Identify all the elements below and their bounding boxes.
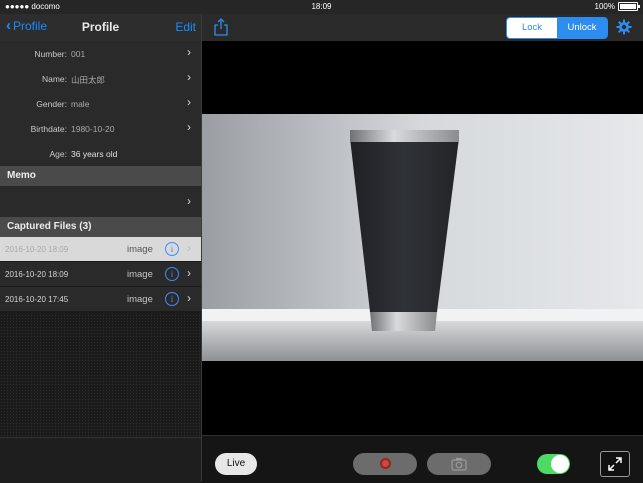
edit-button[interactable]: Edit <box>175 20 196 34</box>
info-icon[interactable]: i <box>165 292 179 306</box>
birthdate-row[interactable]: Birthdate: 1980-10-20 › <box>0 116 201 142</box>
gender-label: Gender: <box>36 99 67 109</box>
chevron-right-icon: › <box>187 95 191 109</box>
captured-files-label: Captured Files (3) <box>7 221 92 232</box>
expand-icon <box>608 457 622 471</box>
memo-header: Memo <box>0 166 201 186</box>
battery-percent: 100% <box>594 2 615 11</box>
file-date: 2016-10-20 18:09 <box>5 245 69 254</box>
chevron-right-icon: › <box>187 70 191 84</box>
file-type: image <box>127 294 153 305</box>
age-row: Age: 36 years old <box>0 141 201 167</box>
lock-segmented-control: Lock Unlock <box>506 17 608 39</box>
toggle-switch[interactable] <box>537 454 570 474</box>
file-row[interactable]: 2016-10-20 18:09 image i › <box>0 237 201 262</box>
image-viewer[interactable] <box>202 41 643 435</box>
memo-row[interactable]: › <box>0 186 201 218</box>
birthdate-label: Birthdate: <box>30 124 67 134</box>
lock-button[interactable]: Lock <box>507 18 557 38</box>
battery-icon <box>618 2 640 11</box>
chevron-right-icon: › <box>187 241 191 255</box>
page-title: Profile <box>81 20 120 34</box>
capture-photo-button[interactable] <box>427 453 491 475</box>
chevron-right-icon: › <box>187 120 191 134</box>
info-icon[interactable]: i <box>165 267 179 281</box>
chevron-right-icon: › <box>187 291 191 305</box>
left-toolbar <box>0 437 201 483</box>
age-label: Age: <box>49 149 68 159</box>
captured-files-header: Captured Files (3) <box>0 217 201 237</box>
gear-icon[interactable] <box>616 19 632 35</box>
file-date: 2016-10-20 18:09 <box>5 270 69 279</box>
number-value: 001 <box>71 49 86 59</box>
file-type: image <box>127 269 153 280</box>
record-icon <box>380 458 391 469</box>
camera-icon <box>451 458 467 471</box>
birthdate-value: 1980-10-20 <box>71 124 115 134</box>
camera-controls: Live <box>202 435 643 483</box>
age-value: 36 years old <box>71 149 118 159</box>
chevron-right-icon: › <box>187 266 191 280</box>
file-date: 2016-10-20 17:45 <box>5 295 69 304</box>
file-row[interactable]: 2016-10-20 18:09 image i › <box>0 262 201 287</box>
live-button[interactable]: Live <box>215 453 257 475</box>
record-button[interactable] <box>353 453 417 475</box>
memo-header-label: Memo <box>7 170 36 181</box>
gender-row[interactable]: Gender: male › <box>0 91 201 117</box>
name-value: 山田太郎 <box>71 75 106 85</box>
gender-value: male <box>71 99 90 109</box>
chevron-right-icon: › <box>187 45 191 59</box>
clock: 18:09 <box>311 2 332 11</box>
info-icon[interactable]: i <box>165 242 179 256</box>
profile-panel: ‹ Profile Profile Edit Number: 001 › Nam… <box>0 14 201 483</box>
expand-button[interactable] <box>600 451 630 477</box>
number-row[interactable]: Number: 001 › <box>0 41 201 67</box>
file-row[interactable]: 2016-10-20 17:45 image i › <box>0 287 201 312</box>
viewer-toolbar: Lock Unlock <box>202 14 643 41</box>
share-icon[interactable] <box>213 18 229 36</box>
captured-photo <box>202 114 643 361</box>
empty-list-area <box>0 314 201 437</box>
name-row[interactable]: Name: 山田太郎 › <box>0 66 201 92</box>
profile-navbar: ‹ Profile Profile Edit <box>0 14 201 41</box>
toggle-knob <box>551 455 569 473</box>
number-label: Number: <box>34 49 67 59</box>
name-label: Name: <box>41 74 67 84</box>
unlock-button[interactable]: Unlock <box>557 18 607 38</box>
file-type: image <box>127 244 153 255</box>
battery-status: 100% <box>594 2 640 11</box>
chevron-right-icon: › <box>187 194 191 208</box>
status-bar: ●●●●● docomo 18:09 100% <box>0 0 643 14</box>
